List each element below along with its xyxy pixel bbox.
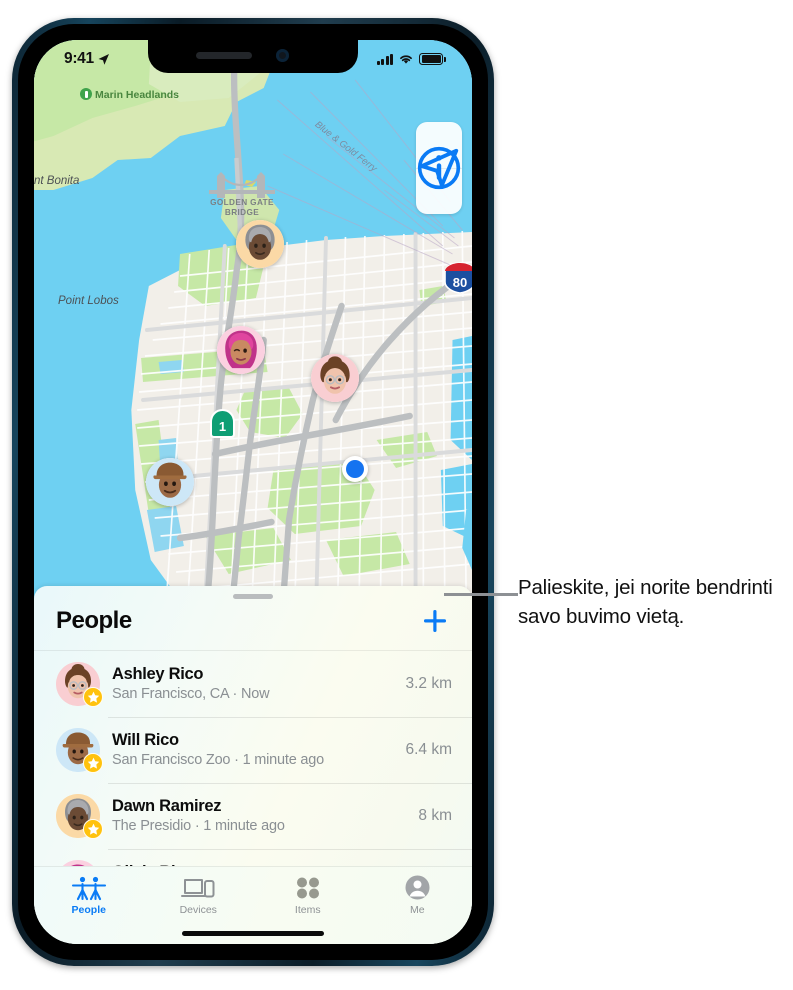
callout-leader-line	[444, 593, 518, 596]
add-person-button[interactable]	[418, 604, 452, 638]
star-icon	[87, 757, 99, 769]
list-item[interactable]: Ashley Rico San Francisco, CA · Now 3.2 …	[34, 651, 472, 717]
person-subtitle: The Presidio · 1 minute ago	[112, 817, 285, 834]
park-pin-icon	[80, 88, 92, 100]
home-indicator[interactable]	[182, 931, 324, 936]
svg-text:80: 80	[453, 275, 467, 290]
status-badge	[83, 753, 103, 773]
map-pin-will-rico[interactable]	[146, 458, 194, 506]
page-title: People	[56, 607, 132, 634]
person-distance: 8 km	[418, 807, 452, 824]
status-indicators	[376, 53, 446, 65]
memoji-ashley	[311, 354, 359, 402]
list-item[interactable]: Dawn Ramirez The Presidio · 1 minute ago…	[34, 783, 472, 849]
avatar	[56, 728, 103, 773]
tab-label: Items	[294, 904, 321, 916]
battery-full-icon	[419, 53, 446, 65]
star-icon	[87, 823, 99, 835]
avatar	[56, 794, 103, 839]
iphone-frame: Marin Headlands nt Bonita GOLDEN GATE BRI…	[12, 18, 494, 966]
map-pin-dawn-ramirez[interactable]	[236, 220, 284, 268]
memoji-dawn	[236, 220, 284, 268]
status-badge	[83, 819, 103, 839]
screenshot-root: Marin Headlands nt Bonita GOLDEN GATE BRI…	[0, 0, 793, 990]
wifi-icon	[400, 55, 413, 64]
person-subtitle: San Francisco Zoo · 1 minute ago	[112, 751, 325, 768]
tab-label: People	[71, 904, 106, 916]
phone-bezel: Marin Headlands nt Bonita GOLDEN GATE BRI…	[18, 24, 488, 960]
plus-icon	[424, 610, 446, 632]
sheet-header: People	[34, 599, 472, 651]
phone-notch	[148, 40, 358, 73]
person-info: Ashley Rico San Francisco, CA · Now	[112, 664, 385, 705]
status-time-text: 9:41	[64, 50, 94, 67]
front-camera	[276, 49, 289, 62]
person-info: Dawn Ramirez The Presidio · 1 minute ago	[112, 796, 398, 837]
items-icon	[295, 874, 321, 901]
cellular-bars-icon	[376, 53, 394, 65]
star-icon	[87, 691, 99, 703]
status-time: 9:41	[64, 50, 110, 68]
person-info: Will Rico San Francisco Zoo · 1 minute a…	[112, 730, 385, 771]
highway-shield-i80: 80	[444, 262, 472, 294]
avatar	[56, 662, 103, 707]
map-pin-olivia-rico[interactable]	[217, 326, 265, 374]
person-name: Will Rico	[112, 730, 179, 749]
svg-text:1: 1	[219, 419, 226, 434]
map-label-point-lobos: Point Lobos	[58, 295, 119, 307]
person-circle-icon	[405, 874, 430, 901]
memoji-will	[146, 458, 194, 506]
highway-shield-ca-1: 1	[210, 409, 235, 438]
earpiece-speaker	[196, 52, 252, 59]
location-arrow-icon	[98, 53, 109, 65]
tab-devices[interactable]: Devices	[144, 874, 254, 916]
callout-text: Palieskite, jei norite bendrinti savo bu…	[518, 576, 773, 629]
map-locate-button[interactable]	[416, 148, 462, 214]
person-distance: 3.2 km	[405, 675, 452, 692]
list-item[interactable]: Will Rico San Francisco Zoo · 1 minute a…	[34, 717, 472, 783]
tab-me[interactable]: Me	[363, 874, 473, 916]
map-view[interactable]: Marin Headlands nt Bonita GOLDEN GATE BRI…	[34, 40, 472, 600]
map-controls-panel	[416, 122, 462, 214]
map-label-marin-headlands: Marin Headlands	[80, 88, 179, 101]
people-icon	[71, 874, 107, 901]
location-arrow-icon	[419, 148, 459, 188]
map-canvas	[34, 40, 472, 600]
person-distance: 6.4 km	[405, 741, 452, 758]
tab-people[interactable]: People	[34, 874, 144, 916]
tab-label: Devices	[179, 904, 217, 916]
phone-screen: Marin Headlands nt Bonita GOLDEN GATE BRI…	[34, 40, 472, 944]
map-label-golden-gate-bridge: GOLDEN GATE BRIDGE	[210, 198, 274, 217]
golden-gate-bridge-icon	[209, 172, 275, 198]
status-badge	[83, 687, 103, 707]
memoji-olivia	[217, 326, 265, 374]
tab-items[interactable]: Items	[253, 874, 363, 916]
person-subtitle: San Francisco, CA · Now	[112, 685, 270, 702]
current-location-dot[interactable]	[342, 456, 368, 482]
devices-icon	[181, 874, 215, 901]
person-name: Ashley Rico	[112, 664, 204, 683]
person-name: Dawn Ramirez	[112, 796, 222, 815]
tab-label: Me	[409, 904, 425, 916]
map-label-point-bonita: nt Bonita	[34, 175, 80, 187]
map-pin-ashley-rico[interactable]	[311, 354, 359, 402]
